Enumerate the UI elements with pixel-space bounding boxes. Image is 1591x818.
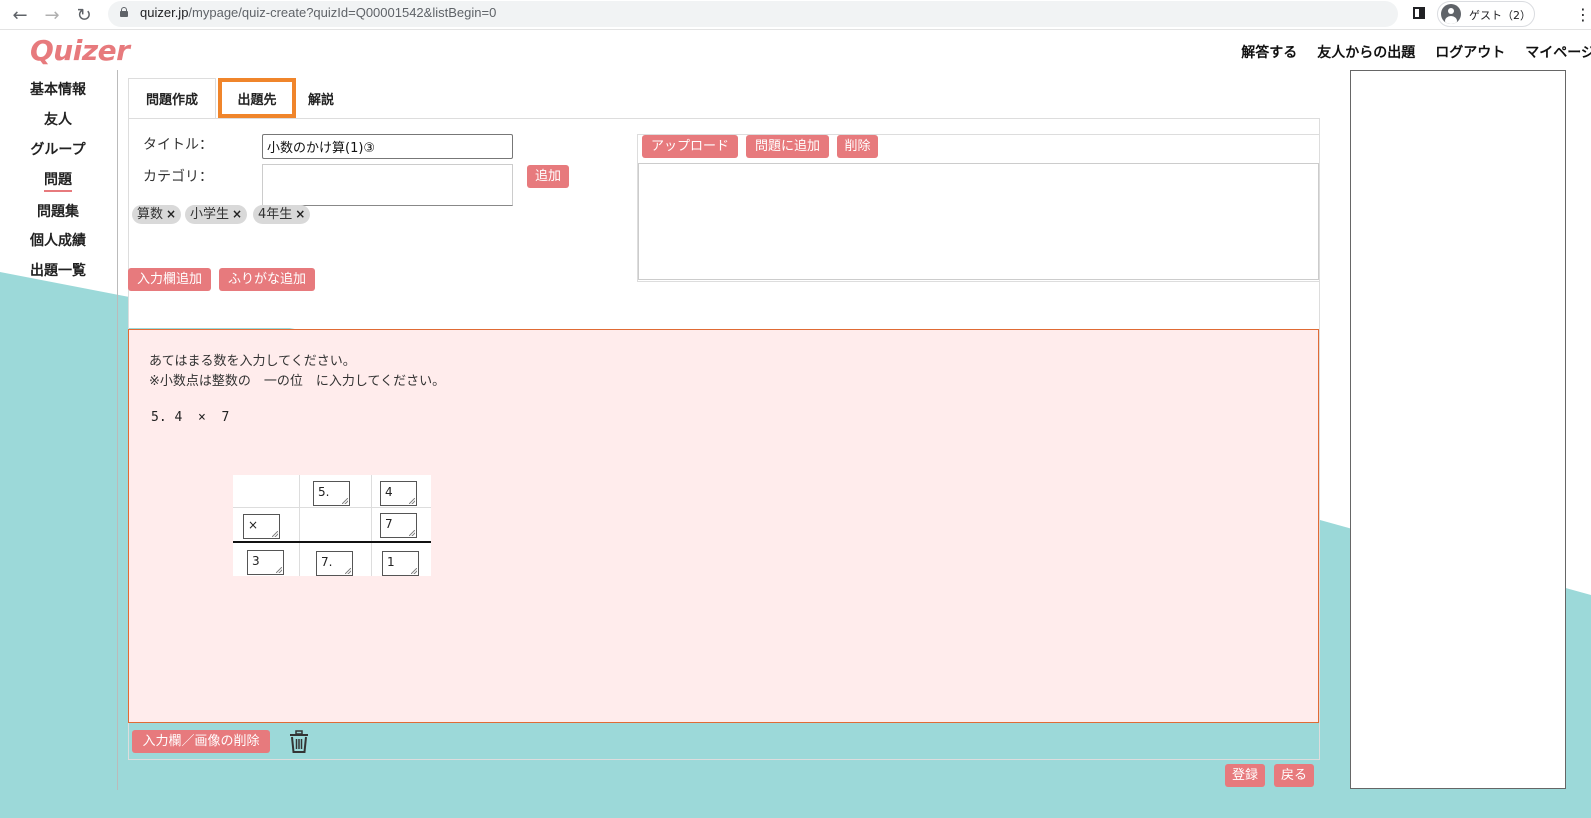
nav-mypage[interactable]: マイページ (1525, 42, 1591, 62)
profile-button[interactable]: ゲスト（2） (1437, 1, 1535, 27)
nav-answer[interactable]: 解答する (1241, 42, 1297, 62)
upload-button[interactable]: アップロード (642, 135, 738, 158)
title-input[interactable] (262, 134, 513, 159)
tab-create[interactable]: 問題作成 (128, 78, 216, 118)
calculation-rule (233, 541, 431, 543)
sidebar-item-groups[interactable]: グループ (0, 140, 116, 170)
add-to-question-button[interactable]: 問題に追加 (746, 135, 829, 158)
grid-input-r1c2[interactable]: 5. (313, 481, 350, 506)
tab-destination[interactable]: 出題先 (218, 78, 296, 118)
grid-line (233, 507, 431, 508)
reload-icon[interactable]: ↻ (72, 3, 96, 27)
profile-label: ゲスト（2） (1469, 9, 1531, 22)
register-button[interactable]: 登録 (1225, 764, 1265, 787)
url-text: quizer.jp/mypage/quiz-create?quizId=Q000… (140, 5, 496, 20)
grid-line (299, 475, 300, 576)
category-label: カテゴリ： (143, 169, 213, 185)
sidebar-item-questions[interactable]: 問題 (0, 170, 116, 202)
grid-input-r2c1[interactable]: × (243, 514, 280, 539)
question-expression: 5. 4 × 7 (151, 410, 230, 425)
sidebar: 基本情報 友人 グループ 問題 問題集 個人成績 出題一覧 (0, 80, 116, 291)
nav-friend-questions[interactable]: 友人からの出題 (1317, 42, 1415, 62)
tag-remove-icon[interactable]: × (295, 207, 305, 221)
url-host: quizer.jp (140, 5, 189, 20)
tag-chip: 小学生 × (185, 205, 248, 224)
tag-chip: 4年生 × (253, 205, 311, 224)
grid-input-r3c1[interactable]: 3 (247, 550, 284, 575)
avatar-icon (1441, 4, 1461, 24)
add-furigana-button[interactable]: ふりがな追加 (219, 268, 315, 291)
sidebar-divider (117, 70, 118, 790)
sidebar-item-basic-info[interactable]: 基本情報 (0, 80, 116, 110)
url-path: /mypage/quiz-create?quizId=Q00001542&lis… (188, 5, 497, 20)
address-bar[interactable]: quizer.jp/mypage/quiz-create?quizId=Q000… (108, 1, 1398, 27)
tab-explanation[interactable]: 解説 (298, 78, 344, 118)
back-button[interactable]: 戻る (1274, 764, 1314, 787)
lock-icon (120, 7, 128, 17)
grid-input-r3c3[interactable]: 1 (382, 551, 419, 576)
top-navigation: 解答する 友人からの出題 ログアウト マイページ (1221, 42, 1591, 62)
grid-input-r1c3[interactable]: 4 (380, 481, 417, 506)
title-label: タイトル： (143, 137, 213, 153)
add-category-button[interactable]: 追加 (527, 165, 569, 188)
more-menu-icon[interactable]: ⋮ (1575, 5, 1591, 24)
right-side-panel (1350, 70, 1566, 789)
calculation-grid: 5. 4 × 7 3 7. 1 (233, 475, 431, 576)
question-editor[interactable]: あてはまる数を入力してください。 ※小数点は整数の 一の位 に入力してください。… (128, 329, 1319, 723)
tag-remove-icon[interactable]: × (166, 207, 176, 221)
tag-chip: 算数 × (132, 205, 182, 224)
image-preview-area (638, 163, 1319, 280)
sidebar-item-question-sets[interactable]: 問題集 (0, 202, 116, 231)
tag-label: 4年生 (258, 207, 293, 222)
nav-logout[interactable]: ログアウト (1435, 42, 1505, 62)
back-arrow-icon[interactable]: ← (8, 3, 32, 27)
grid-input-r3c2[interactable]: 7. (316, 551, 353, 576)
sidebar-item-friends[interactable]: 友人 (0, 110, 116, 140)
grid-line (371, 475, 372, 576)
side-panel-icon[interactable] (1413, 7, 1425, 19)
forward-arrow-icon[interactable]: → (40, 3, 64, 27)
sidebar-item-personal-results[interactable]: 個人成績 (0, 231, 116, 261)
tag-remove-icon[interactable]: × (232, 207, 242, 221)
grid-input-r2c3[interactable]: 7 (380, 513, 417, 538)
delete-image-button[interactable]: 削除 (837, 135, 878, 158)
tag-label: 算数 (137, 207, 164, 222)
trash-icon[interactable] (288, 730, 310, 754)
image-upload-panel (637, 134, 1320, 282)
site-logo[interactable]: Quizer (30, 34, 130, 67)
sidebar-item-question-list[interactable]: 出題一覧 (0, 261, 116, 291)
add-input-field-button[interactable]: 入力欄追加 (128, 268, 211, 291)
question-instruction: あてはまる数を入力してください。 (149, 354, 356, 369)
question-note: ※小数点は整数の 一の位 に入力してください。 (149, 374, 446, 389)
delete-field-image-button[interactable]: 入力欄／画像の削除 (132, 730, 270, 753)
tag-label: 小学生 (190, 207, 230, 222)
browser-toolbar: ← → ↻ quizer.jp/mypage/quiz-create?quizI… (0, 0, 1591, 30)
category-input[interactable] (262, 164, 513, 206)
